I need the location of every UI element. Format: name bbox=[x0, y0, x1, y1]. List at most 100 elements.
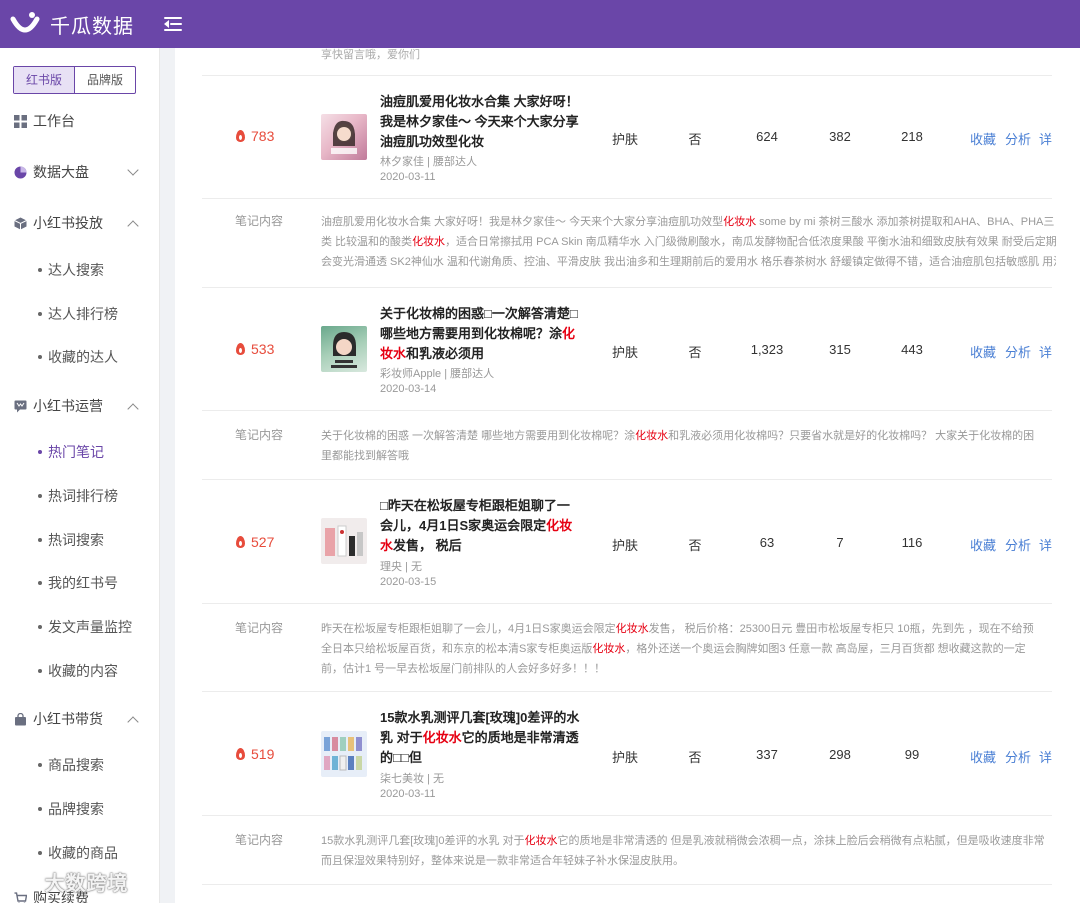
analyze-link[interactable]: 分析 bbox=[1005, 342, 1031, 361]
cube-icon bbox=[14, 217, 27, 229]
table-row[interactable]: 533 关于化妆棉的困惑□一次解答清楚□哪些地方需要用到化妆棉呢？涂化妆水和乳液… bbox=[175, 288, 1080, 410]
note-text-segment: 油痘肌爱用化妆水合集 大家好呀！我是林夕家佳～ 今天来个大家分享油痘肌功效型 bbox=[321, 216, 724, 228]
note-title[interactable]: 油痘肌爱用化妆水合集 大家好呀！我是林夕家佳～ 今天来个大家分享油痘肌功效型化妆 bbox=[380, 92, 580, 152]
collect-link[interactable]: 收藏 bbox=[970, 129, 996, 148]
sidebar-item-hot-notes[interactable]: 热门笔记 bbox=[0, 434, 159, 470]
collect-link[interactable]: 收藏 bbox=[970, 747, 996, 766]
sidebar-item-saved-talents[interactable]: 收藏的达人 bbox=[0, 339, 159, 375]
bullet-icon bbox=[38, 763, 42, 767]
sidebar-item-label: 热词排行榜 bbox=[48, 488, 118, 504]
sidebar-item-operations[interactable]: 小红书运营 bbox=[0, 386, 159, 426]
bullet-icon bbox=[38, 268, 42, 272]
collect-link[interactable]: 收藏 bbox=[970, 342, 996, 361]
note-content-text: 油痘肌爱用化妆水合集 大家好呀！我是林夕家佳～ 今天来个大家分享油痘肌功效型化妆… bbox=[321, 212, 1056, 272]
menu-toggle-icon[interactable] bbox=[164, 16, 182, 32]
logo-icon[interactable] bbox=[10, 9, 40, 39]
chat-icon bbox=[14, 400, 27, 412]
title-text: 油痘肌爱用化妆水合集 大家好呀！我是林夕家佳～ 今天来个大家分享油痘肌功效型化妆 bbox=[380, 94, 579, 149]
note-thumbnail[interactable] bbox=[321, 731, 367, 777]
note-text-segment: 它的质地是非常清透的 但是乳液就稍微会浓稠一点，涂抹上脸后会稍微有点粘腻，但是吸… bbox=[557, 835, 1045, 847]
note-text-segment: some by mi 茶树三酸水 添加茶树提取和AHA、BHA、PHA三 bbox=[756, 216, 1055, 228]
table-row[interactable]: 783 油痘肌爱用化妆水合集 大家好呀！我是林夕家佳～ 今天来个大家分享油痘肌功… bbox=[175, 76, 1080, 198]
bullet-icon bbox=[38, 538, 42, 542]
sidebar-item-commerce[interactable]: 小红书带货 bbox=[0, 699, 159, 739]
version-tab-redbook[interactable]: 红书版 bbox=[14, 67, 75, 93]
analyze-link[interactable]: 分析 bbox=[1005, 129, 1031, 148]
detail-link[interactable]: 详 bbox=[1039, 535, 1052, 554]
sidebar-item-hot-words-ranking[interactable]: 热词排行榜 bbox=[0, 478, 159, 514]
sidebar-item-label: 收藏的内容 bbox=[48, 663, 118, 679]
title-text: 和乳液必须用 bbox=[406, 346, 485, 361]
note-author[interactable]: 彩妆师Apple | 腰部达人 bbox=[380, 365, 494, 381]
collects-cell: 7 bbox=[836, 535, 844, 550]
bullet-icon bbox=[38, 494, 42, 498]
note-title[interactable]: 15款水乳测评几套[玫瑰]0差评的水乳 对于化妆水它的质地是非常清透的□□但 bbox=[380, 708, 580, 768]
sidebar-item-product-search[interactable]: 商品搜索 bbox=[0, 747, 159, 783]
category-cell: 护肤 bbox=[611, 538, 638, 553]
note-content-label: 笔记内容 bbox=[235, 621, 284, 635]
table-row[interactable]: 527 □昨天在松坂屋专柜跟柜姐聊了一会儿，4月1日S家奥运会限定化妆水发售， … bbox=[175, 480, 1080, 602]
sidebar-item-workbench[interactable]: 工作台 bbox=[0, 101, 159, 141]
note-highlight: 化妆水 bbox=[615, 623, 649, 635]
category-cell: 护肤 bbox=[611, 345, 638, 360]
heat-score: 783 bbox=[236, 128, 274, 144]
detail-link[interactable]: 详 bbox=[1039, 747, 1052, 766]
note-content-label: 笔记内容 bbox=[235, 833, 284, 847]
note-title[interactable]: □昨天在松坂屋专柜跟柜姐聊了一会儿，4月1日S家奥运会限定化妆水发售， 税后 bbox=[380, 496, 580, 556]
note-thumbnail[interactable] bbox=[321, 114, 367, 160]
thumbnail-image bbox=[331, 120, 357, 154]
analyze-link[interactable]: 分析 bbox=[1005, 747, 1031, 766]
note-date: 2020-03-15 bbox=[380, 576, 437, 588]
sidebar-item-dashboard[interactable]: 数据大盘 bbox=[0, 152, 159, 192]
watermark-logo-icon bbox=[8, 876, 34, 892]
comments-cell: 116 bbox=[901, 535, 923, 550]
shopping-bag-icon bbox=[15, 712, 26, 725]
sidebar-item-brand-search[interactable]: 品牌搜索 bbox=[0, 791, 159, 827]
collects-cell: 298 bbox=[829, 747, 851, 762]
sidebar-item-my-account[interactable]: 我的红书号 bbox=[0, 565, 159, 601]
hot-notes-list: 享快留言哦，爱你们 783 油痘肌爱用化妆水合集 大家好呀！我是林夕家佳～ 今天… bbox=[175, 48, 1080, 903]
sidebar-item-talent-ranking[interactable]: 达人排行榜 bbox=[0, 296, 159, 332]
sidebar-item-hot-words-search[interactable]: 热词搜索 bbox=[0, 522, 159, 558]
sidebar-item-label: 小红书带货 bbox=[33, 711, 103, 727]
collect-link[interactable]: 收藏 bbox=[970, 535, 996, 554]
note-content-label: 笔记内容 bbox=[235, 428, 284, 442]
heat-value: 527 bbox=[251, 534, 275, 550]
note-text-segment: 发售， 税后价格：25300日元 豊田市松坂屋专柜只 10瓶，先到先 ，现在不给… bbox=[648, 623, 1034, 635]
version-tab-brand[interactable]: 品牌版 bbox=[75, 67, 135, 93]
table-row[interactable]: 519 15款水乳测评几套[玫瑰]0差评的水乳 对于化妆水它的质地是非常清透的□… bbox=[175, 692, 1080, 814]
note-title[interactable]: 关于化妆棉的困惑□一次解答清楚□哪些地方需要用到化妆棉呢？涂化妆水和乳液必须用 bbox=[380, 304, 580, 364]
grid-icon bbox=[14, 114, 27, 128]
note-text-segment: ，适合日常擦拭用 PCA Skin 南瓜精华水 入门级微刷酸水，南瓜发酵物配合低… bbox=[445, 236, 1056, 248]
note-author[interactable]: 林夕家佳 | 腰部达人 bbox=[380, 153, 477, 169]
bullet-icon bbox=[38, 807, 42, 811]
sidebar-item-saved-products[interactable]: 收藏的商品 bbox=[0, 835, 159, 871]
note-date: 2020-03-14 bbox=[380, 383, 437, 395]
likes-cell: 624 bbox=[756, 129, 778, 144]
title-text: 发售， 税后 bbox=[393, 538, 462, 553]
sidebar-item-saved-content[interactable]: 收藏的内容 bbox=[0, 653, 159, 689]
comments-cell: 218 bbox=[901, 129, 923, 144]
note-author[interactable]: 柒七美妆 | 无 bbox=[380, 770, 444, 786]
version-switch: 红书版 品牌版 bbox=[13, 66, 136, 94]
sidebar-item-volume-monitor[interactable]: 发文声量监控 bbox=[0, 609, 159, 645]
note-text-segment: 和乳液必须用化妆棉吗？只要省水就是好的化妆棉吗？ 大家关于化妆棉的困 bbox=[668, 430, 1035, 442]
note-thumbnail[interactable] bbox=[321, 326, 367, 372]
heat-score: 527 bbox=[236, 534, 274, 550]
watermark: 大数跨境 bbox=[8, 867, 129, 896]
sidebar-item-placement[interactable]: 小红书投放 bbox=[0, 203, 159, 243]
heat-value: 533 bbox=[251, 341, 275, 357]
title-text: 关于化妆棉的困惑□一次解答清楚□哪些地方需要用到化妆棉呢？涂 bbox=[380, 306, 578, 341]
analyze-link[interactable]: 分析 bbox=[1005, 535, 1031, 554]
sidebar-item-talent-search[interactable]: 达人搜索 bbox=[0, 252, 159, 288]
note-text-segment: 15款水乳测评几套[玫瑰]0差评的水乳 对于 bbox=[321, 835, 525, 847]
app-name: 千瓜数据 bbox=[50, 15, 134, 38]
divider bbox=[202, 815, 1052, 816]
sidebar-item-label: 小红书投放 bbox=[33, 215, 103, 231]
note-thumbnail[interactable] bbox=[321, 518, 367, 564]
note-author[interactable]: 理央 | 无 bbox=[380, 558, 422, 574]
note-content-text: 昨天在松坂屋专柜跟柜姐聊了一会儿，4月1日S家奥运会限定化妆水发售， 税后价格：… bbox=[321, 619, 1056, 679]
note-snippet-partial: 享快留言哦，爱你们 bbox=[321, 49, 420, 61]
detail-link[interactable]: 详 bbox=[1039, 129, 1052, 148]
detail-link[interactable]: 详 bbox=[1039, 342, 1052, 361]
